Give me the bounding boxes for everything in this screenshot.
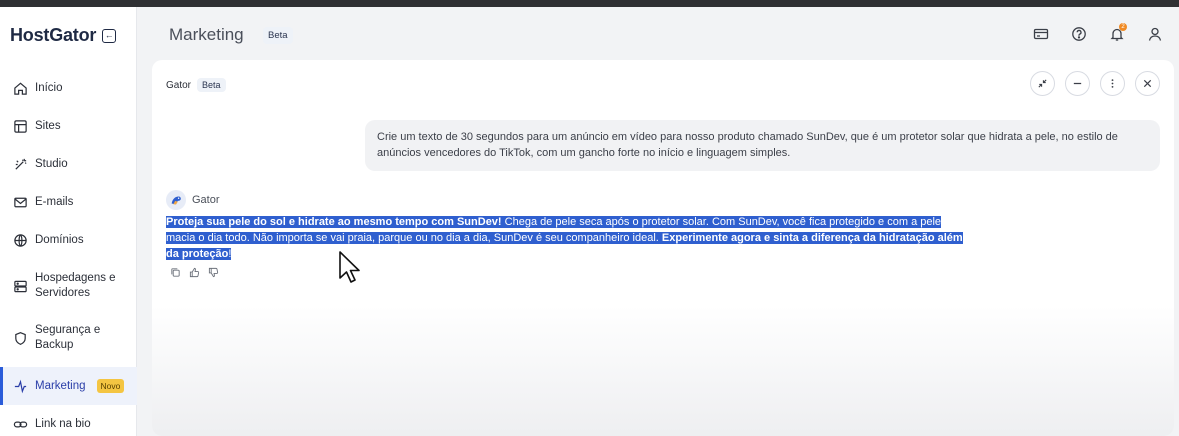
close-icon (1143, 79, 1152, 88)
shrink-button[interactable] (1030, 71, 1055, 96)
close-button[interactable] (1135, 71, 1160, 96)
user-message-bubble: Crie um texto de 30 segundos para um anú… (365, 120, 1160, 171)
bot-name: Gator (192, 194, 220, 206)
gator-mascot-icon (171, 196, 181, 205)
panel-header: Gator Beta (166, 78, 226, 92)
minimize-button[interactable] (1065, 71, 1090, 96)
home-icon (12, 80, 28, 96)
sidebar-item-marketing[interactable]: Marketing Novo (0, 367, 137, 405)
sidebar: HostGator ← Início Sites Studio E-mails … (0, 7, 137, 436)
sidebar-item-label: Segurança e Backup (35, 324, 101, 351)
sidebar-item-seguranca[interactable]: Segurança e Backup (0, 319, 137, 357)
bot-message: Proteja sua pele do sol e hidrate ao mes… (166, 214, 966, 262)
panel-beta-badge: Beta (197, 78, 226, 92)
shrink-icon (1038, 79, 1047, 88)
notification-count: 2 (1119, 23, 1127, 31)
message-actions (169, 266, 219, 278)
collapse-sidebar-icon[interactable]: ← (102, 28, 117, 43)
sidebar-item-inicio[interactable]: Início (0, 73, 137, 103)
notification-bell-icon[interactable]: 2 (1107, 23, 1127, 44)
kebab-menu-icon (1111, 79, 1114, 88)
sparkle-icon (12, 378, 28, 394)
new-badge: Novo (96, 379, 125, 393)
wand-icon (12, 156, 28, 172)
link-icon (12, 416, 28, 432)
beta-badge: Beta (263, 27, 293, 44)
sidebar-item-label: Sites (35, 120, 61, 132)
selected-text[interactable]: Proteja sua pele do sol e hidrate ao mes… (166, 216, 963, 260)
panel-bottom-fade (152, 306, 1174, 436)
sidebar-item-label: Domínios (35, 234, 84, 246)
copy-icon[interactable] (169, 266, 181, 278)
sidebar-item-label: E-mails (35, 196, 74, 208)
page-header: Marketing Beta 2 (137, 7, 1179, 59)
gator-chat-panel: Gator Beta Crie um texto de 30 segundos … (152, 60, 1174, 436)
thumbs-down-icon[interactable] (207, 266, 219, 278)
sidebar-item-studio[interactable]: Studio (0, 149, 137, 179)
minus-icon (1073, 82, 1082, 85)
gator-avatar (166, 190, 186, 210)
sidebar-item-dominios[interactable]: Domínios (0, 225, 137, 255)
layout-icon (12, 118, 28, 134)
sidebar-item-label: Link na bio (35, 418, 91, 430)
sidebar-item-sites[interactable]: Sites (0, 111, 137, 141)
sidebar-item-label: Hospedagens e Servidores (35, 272, 116, 299)
mail-icon (12, 194, 28, 210)
panel-controls (1030, 71, 1160, 96)
sidebar-item-label: Marketing (35, 380, 86, 392)
user-icon[interactable] (1145, 24, 1165, 44)
mouse-cursor-icon (339, 251, 360, 283)
shield-icon (12, 330, 28, 346)
globe-icon (12, 232, 28, 248)
thumbs-up-icon[interactable] (188, 266, 200, 278)
more-options-button[interactable] (1100, 71, 1125, 96)
header-actions: 2 (1031, 23, 1165, 44)
sidebar-item-link-na-bio[interactable]: Link na bio (0, 409, 137, 436)
server-icon (12, 278, 28, 294)
panel-title: Gator (166, 79, 192, 91)
sidebar-item-emails[interactable]: E-mails (0, 187, 137, 217)
brand-logo: HostGator (10, 25, 97, 45)
page-title: Marketing (169, 25, 244, 44)
billing-icon[interactable] (1031, 24, 1051, 44)
sidebar-item-label: Studio (35, 158, 68, 170)
window-top-bar (0, 0, 1179, 7)
bot-message-header: Gator (166, 190, 220, 210)
sidebar-item-label: Início (35, 82, 63, 94)
brand: HostGator ← (10, 25, 117, 46)
help-icon[interactable] (1069, 24, 1089, 44)
sidebar-item-hospedagens[interactable]: Hospedagens e Servidores (0, 267, 137, 305)
